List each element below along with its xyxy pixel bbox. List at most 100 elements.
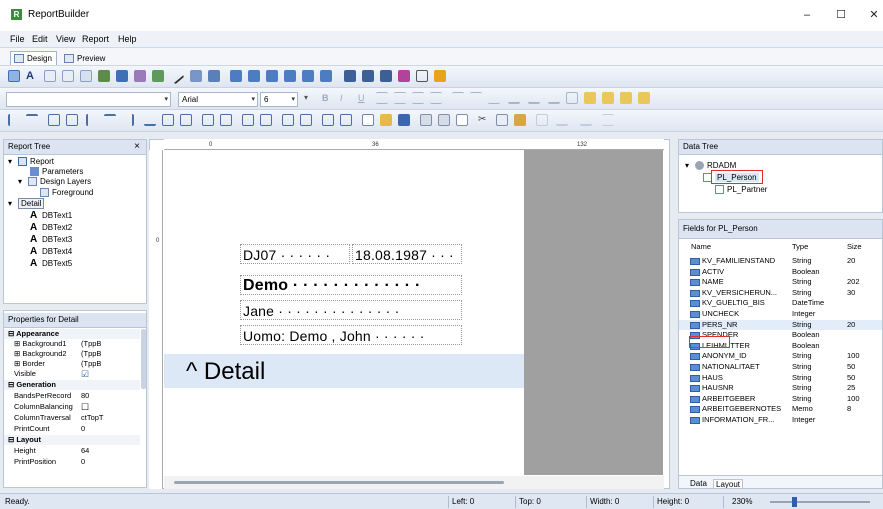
chart-tool-icon[interactable] xyxy=(190,70,202,82)
subreport-tool-icon[interactable] xyxy=(208,70,220,82)
send-back-icon[interactable] xyxy=(602,92,614,104)
prop-row[interactable]: ⊞ Background2 (TppB xyxy=(4,349,140,359)
crosstab-tool-icon[interactable] xyxy=(398,70,410,82)
highlight-color-icon[interactable] xyxy=(528,92,540,104)
grow-height-icon[interactable] xyxy=(242,114,254,126)
dbtext-uomo[interactable]: Uomo: Demo , John · · · · · · xyxy=(240,325,462,345)
checkbox-tool-icon[interactable] xyxy=(134,70,146,82)
tab-data[interactable]: Data xyxy=(690,479,707,488)
align-center-h-icon[interactable] xyxy=(86,114,98,126)
field-row[interactable]: HAUSNR String 25 xyxy=(679,383,882,394)
zoom-page-icon[interactable] xyxy=(340,114,352,126)
tab-preview[interactable]: Preview xyxy=(60,51,110,65)
tree-item-foreground[interactable]: Foreground xyxy=(52,188,93,197)
properties-scrollbar[interactable] xyxy=(141,329,146,389)
zoom-slider-thumb[interactable] xyxy=(792,497,797,507)
zoom-width-icon[interactable] xyxy=(322,114,334,126)
scrollbar-thumb[interactable] xyxy=(174,481,504,484)
visible-checkbox[interactable]: ☑ xyxy=(81,369,89,379)
dbmemo-tool-icon[interactable] xyxy=(248,70,260,82)
dbcalc-tool-icon[interactable] xyxy=(284,70,296,82)
memo-tool-icon[interactable] xyxy=(44,70,56,82)
subreport2-tool-icon[interactable] xyxy=(362,70,374,82)
fill-color-icon[interactable] xyxy=(580,114,592,126)
bring-front-icon[interactable] xyxy=(584,92,596,104)
tab-layout[interactable]: Layout xyxy=(713,479,744,488)
report-page[interactable]: DJ07 · · · · · · 18.08.1987 · · · Demo ·… xyxy=(164,150,524,475)
cut-icon[interactable]: ✂ xyxy=(478,114,490,126)
minimize-button[interactable]: – xyxy=(797,6,817,24)
border-icon[interactable] xyxy=(566,92,578,104)
font-color-icon[interactable] xyxy=(508,92,520,104)
justify-icon[interactable] xyxy=(430,92,442,104)
page-setup-icon[interactable] xyxy=(420,114,432,126)
dbtext-demo[interactable]: Demo · · · · · · · · · · · · · xyxy=(240,275,462,295)
calc-tool-icon[interactable] xyxy=(80,70,92,82)
prop-group-layout[interactable]: ⊟ Layout xyxy=(4,435,140,445)
same-size-icon[interactable] xyxy=(48,114,60,126)
prop-group-appearance[interactable]: ⊟ Appearance xyxy=(4,329,140,339)
close-button[interactable]: ✕ xyxy=(864,6,883,24)
tree-chevron-detail[interactable]: ▾ xyxy=(8,199,12,208)
print-preview-icon[interactable] xyxy=(456,114,468,126)
shrink-width-icon[interactable] xyxy=(220,114,232,126)
line-style-icon[interactable] xyxy=(602,114,614,126)
tree-chevron-layers[interactable]: ▾ xyxy=(18,177,22,186)
ungroup-icon[interactable] xyxy=(638,92,650,104)
menu-report[interactable]: Report xyxy=(82,34,109,44)
label-tool-icon[interactable]: A xyxy=(26,70,38,82)
dbtext-date[interactable]: 18.08.1987 · · · xyxy=(352,244,462,264)
align-bottoms-icon[interactable] xyxy=(144,114,156,126)
prop-row[interactable]: ColumnTraversal ctTopT xyxy=(4,413,140,423)
menu-edit[interactable]: Edit xyxy=(32,34,48,44)
valign-top-icon[interactable] xyxy=(452,92,464,104)
maximize-button[interactable]: ☐ xyxy=(831,6,851,24)
nudge-right-icon[interactable] xyxy=(300,114,312,126)
paste-icon[interactable] xyxy=(514,114,526,126)
prop-row[interactable]: BandsPerRecord 80 xyxy=(4,391,140,401)
select-tool-icon[interactable] xyxy=(8,70,20,82)
save-icon[interactable] xyxy=(398,114,410,126)
menu-view[interactable]: View xyxy=(56,34,75,44)
table-tool-icon[interactable] xyxy=(416,70,428,82)
tab-design[interactable]: Design xyxy=(10,51,57,65)
align-left-icon[interactable] xyxy=(376,92,388,104)
font-select[interactable]: Arial ▾ xyxy=(178,92,258,107)
color-dropdown-icon[interactable]: ▾ xyxy=(304,93,316,105)
dbtext-dj07[interactable]: DJ07 · · · · · · xyxy=(240,244,350,264)
line-color-icon[interactable] xyxy=(556,114,568,126)
tree-item-dbtext1[interactable]: DBText1 xyxy=(42,211,72,220)
tree-chevron-report[interactable]: ▾ xyxy=(8,157,12,166)
anchor-icon[interactable] xyxy=(548,92,560,104)
close-icon[interactable]: × xyxy=(134,140,140,154)
region-tool-icon[interactable] xyxy=(344,70,356,82)
valign-bottom-icon[interactable] xyxy=(488,92,500,104)
dbtext-jane[interactable]: Jane · · · · · · · · · · · · · · xyxy=(240,300,462,320)
center-band-icon[interactable] xyxy=(162,114,174,126)
field-row[interactable]: KV_VERSICHERUN... String 30 xyxy=(679,288,882,299)
zoom-slider-track[interactable] xyxy=(770,501,870,503)
shape-tool-icon[interactable] xyxy=(152,70,164,82)
tree-item-dbtext3[interactable]: DBText3 xyxy=(42,235,72,244)
font-size-select[interactable]: 6 ▾ xyxy=(260,92,298,107)
field-row[interactable]: UNCHECK Integer xyxy=(679,309,882,320)
tree-item-dbtext4[interactable]: DBText4 xyxy=(42,247,72,256)
align-lefts-icon[interactable] xyxy=(8,114,20,126)
richtext-tool-icon[interactable] xyxy=(62,70,74,82)
dbtext-tool-icon[interactable] xyxy=(230,70,242,82)
tree-item-dbtext5[interactable]: DBText5 xyxy=(42,259,72,268)
field-row[interactable]: ANONYM_ID String 100 xyxy=(679,351,882,362)
align-center-icon[interactable] xyxy=(394,92,406,104)
tree-item-parameters[interactable]: Parameters xyxy=(42,167,83,176)
data-tree-rdadm[interactable]: RDADM xyxy=(707,161,736,170)
grow-width-icon[interactable] xyxy=(202,114,214,126)
copy-icon[interactable] xyxy=(496,114,508,126)
menu-help[interactable]: Help xyxy=(118,34,137,44)
bold-button[interactable]: B xyxy=(322,93,329,103)
field-row[interactable]: INFORMATION_FR... Integer xyxy=(679,415,882,426)
dbbarcode-tool-icon[interactable] xyxy=(320,70,332,82)
prop-row[interactable]: Visible ☑ xyxy=(4,369,140,379)
dbimage-tool-icon[interactable] xyxy=(302,70,314,82)
group-icon[interactable] xyxy=(620,92,632,104)
detail-band[interactable]: ^ Detail xyxy=(164,354,524,388)
